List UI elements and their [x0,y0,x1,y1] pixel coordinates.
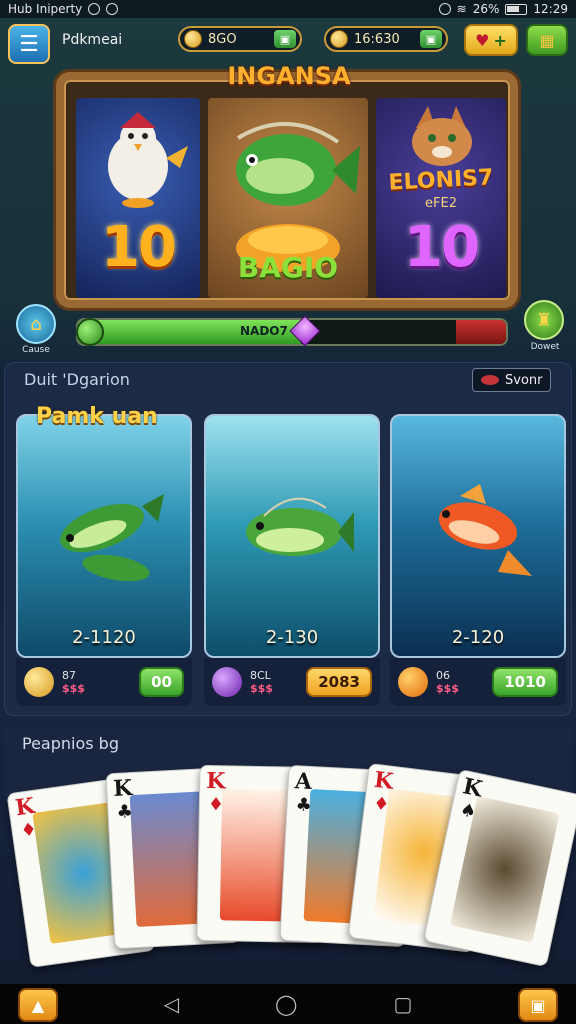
fish-card-2-buy-label: 2083 [318,673,360,691]
card-4-suit: ♣ [295,794,313,817]
home-tower-icon: ⌂ [30,313,42,335]
progress-start-orb [76,318,104,346]
clock: 12:29 [533,2,568,16]
lives-button[interactable]: ♥ + [464,24,518,56]
treasure-chest-button[interactable]: ▦ [526,24,568,56]
bass-fish-icon [60,494,164,582]
coin-stack-icon [24,667,54,697]
fish-card-1-footer: 87 $$$ 00 [16,658,192,706]
fish-card-3-footer: 06 $$$ 1010 [390,658,566,706]
gem-balance[interactable]: 16:630 ▣ [324,26,448,52]
season-button[interactable]: Svonr [472,368,552,392]
card-2-suit: ♣ [115,801,134,823]
notification-icon [88,3,101,15]
fish-card-2-range: 2-130 [265,627,319,648]
bottom-title: Peapnios bg [22,734,119,753]
status-app-text: Hub Iniperty [8,2,83,16]
game-shop-button[interactable]: ▣ [518,988,558,1022]
reel-right[interactable]: ELONIS7 eFE2 10 [376,98,506,298]
reel-center[interactable]: BAGIO [208,98,368,298]
card-1-rank: K [13,792,37,822]
gem-amount: 16:630 [354,31,400,47]
fish-card-2-price-tier: $$$ [250,682,273,695]
back-button[interactable]: ☰ [8,24,50,64]
fish-card-2-meta: 8CL [250,669,271,682]
player-name: Pdkmeai [62,32,123,48]
sync-icon [106,3,119,15]
fish-card-3[interactable]: 2-120 [390,414,566,658]
fish-card-1-meta: 87 [62,669,76,682]
progress-danger-zone [456,320,506,344]
section-title: Duit 'Dgarion [24,370,130,389]
nav-home-button[interactable]: ◯ [275,992,297,1016]
card-4-rank: A [294,768,313,796]
game-home-button[interactable]: ▲ [18,988,58,1022]
fish-card-2[interactable]: 2-130 [204,414,380,658]
wifi-icon: ≋ [456,2,467,16]
right-side-label: Dowet [530,342,560,352]
card-3-rank: K [206,768,226,795]
purple-orb-icon [212,667,242,697]
card-1-suit: ♦ [19,818,39,842]
card-5-suit: ♦ [372,792,391,816]
fish-card-1[interactable]: 2-1120 [16,414,192,658]
fish-card-3-range: 2-120 [451,627,505,648]
fish-card-3-price-tier: $$$ [436,682,459,695]
slot-machine-frame: 10 BAGIO ELONIS7 eFE2 10 [56,72,518,308]
coin-amount: 8GO [208,31,237,47]
add-coins-button[interactable]: ▣ [274,30,296,48]
card-3-suit: ♦ [207,794,225,816]
season-label: Svonr [505,372,543,388]
card-2-rank: K [112,775,134,803]
signal-text: 26% [472,2,500,16]
fish-card-1-buy-button[interactable]: 00 [139,667,184,697]
reel-center-word: BAGIO [237,251,339,284]
coin-balance[interactable]: 8GO ▣ [178,26,302,52]
fish-card-1-range: 2-1120 [72,627,136,648]
nav-back-button[interactable]: ◁ [164,992,179,1016]
nav-recent-button[interactable]: ▢ [393,992,412,1016]
progress-label: NADO7 [240,324,288,338]
plus-icon: + [493,30,507,50]
gold-coin-icon [330,30,348,48]
alarm-icon [438,3,451,15]
up-arrow-icon: ▲ [31,995,45,1015]
battery-icon [505,3,528,15]
koi-fish-icon [438,484,532,576]
card-5-rank: K [372,766,395,795]
fish-card-2-footer: 8CL $$$ 2083 [204,658,380,706]
chest-icon: ▦ [539,30,555,50]
fish-card-1-buy-label: 00 [151,673,172,691]
cards-heading: Pamk uan [36,404,158,429]
shop-bag-icon: ▣ [530,995,546,1015]
fish-card-2-buy-button[interactable]: 2083 [306,667,372,697]
fish-card-1-price-tier: $$$ [62,682,85,695]
green-fish-icon [246,497,354,556]
heart-icon: ♥ [475,30,490,50]
left-side-button[interactable]: ⌂ [16,304,56,344]
system-nav-bar: ◁ ◯ ▢ [0,984,576,1024]
reel-right-value: 10 [404,215,480,280]
castle-icon: ♜ [535,309,553,331]
status-bar: Hub Iniperty ≋ 26% 12:29 [0,0,576,18]
fish-card-3-meta: 06 [436,669,450,682]
back-arrow-icon: ☰ [19,31,39,57]
add-gems-button[interactable]: ▣ [420,30,442,48]
top-header: ☰ Pdkmeai 8GO ▣ 16:630 ▣ ♥ + ▦ [0,22,576,64]
fish-card-3-buy-label: 1010 [504,673,546,691]
reel-left[interactable]: 10 [76,98,200,298]
fish-card-3-buy-button[interactable]: 1010 [492,667,558,697]
slot-title: INGANSA [227,62,351,90]
coin-icon [184,30,202,48]
reel-right-sub: eFE2 [425,196,457,211]
reel-left-value: 10 [101,215,177,280]
right-side-button[interactable]: ♜ [524,300,564,340]
orange-orb-icon [398,667,428,697]
fish-mini-icon [481,375,499,385]
left-side-label: Cause [22,345,50,355]
